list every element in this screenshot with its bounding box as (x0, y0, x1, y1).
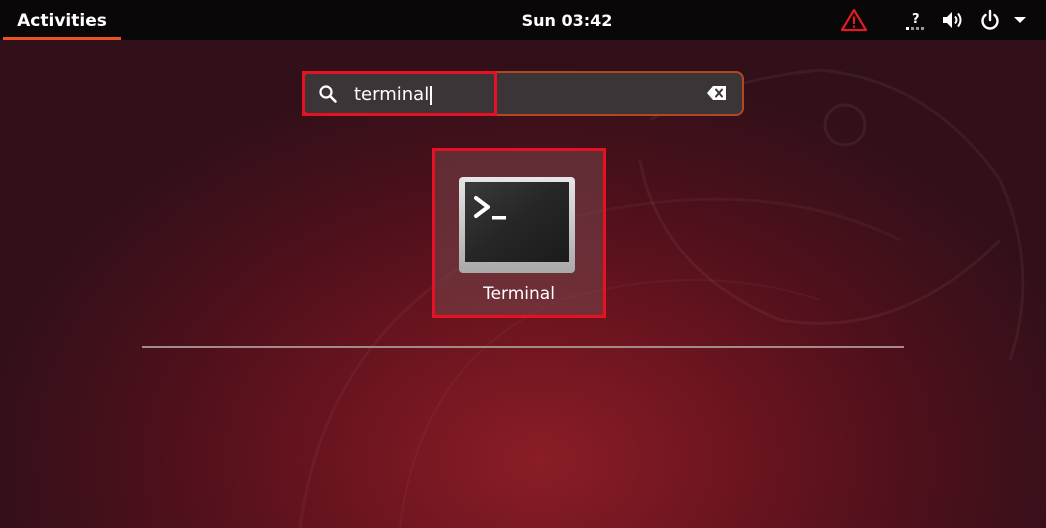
top-bar: Activities Sun 03:42 ? (0, 0, 1046, 40)
warning-icon[interactable] (840, 8, 868, 32)
activities-active-indicator (3, 37, 121, 40)
clock-button[interactable]: Sun 03:42 (480, 0, 654, 40)
svg-text:?: ? (912, 12, 920, 27)
results-separator (142, 346, 904, 348)
activities-button[interactable]: Activities (3, 0, 121, 40)
backspace-clear-icon[interactable] (706, 84, 728, 102)
chevron-down-icon[interactable] (1012, 8, 1028, 32)
volume-icon[interactable] (940, 8, 966, 32)
terminal-app-icon[interactable] (458, 176, 576, 274)
network-unknown-icon[interactable]: ? (903, 8, 929, 32)
search-highlight-box (302, 71, 497, 116)
power-icon[interactable] (978, 8, 1002, 32)
search-result-label: Terminal (483, 284, 555, 304)
